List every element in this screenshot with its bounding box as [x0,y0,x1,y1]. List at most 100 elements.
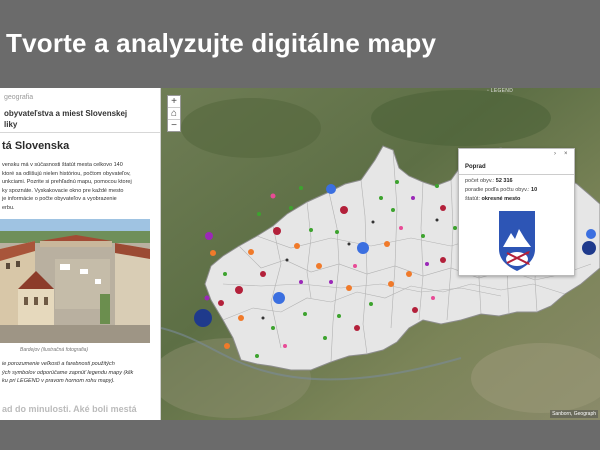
city-marker[interactable] [303,312,307,316]
city-marker[interactable] [210,250,216,256]
paragraph-line: vensku má v súčasnosti štatút mesta celk… [2,162,123,168]
paragraph-line: je informácie o počte obyvateľov a vyobr… [2,196,117,202]
city-marker[interactable] [257,212,261,216]
city-marker[interactable] [337,314,341,318]
city-marker[interactable] [384,241,390,247]
story-title-line-2: liky [4,120,18,129]
city-marker[interactable] [340,206,348,214]
city-marker[interactable] [271,326,275,330]
city-marker[interactable] [223,272,227,276]
city-marker[interactable] [205,232,213,240]
city-marker[interactable] [224,343,230,349]
map-attribution: Sanborn, Geograph [550,410,598,418]
close-icon[interactable]: × [564,151,568,157]
city-marker[interactable] [435,218,439,222]
popup-value: 52 316 [495,178,513,184]
city-marker[interactable] [411,196,415,200]
city-marker[interactable] [299,186,303,190]
city-marker-large[interactable] [326,184,336,194]
city-marker[interactable] [323,336,327,340]
popup-row-population: počet obyv.: 52 316 [465,178,513,184]
city-marker[interactable] [273,227,281,235]
next-section-heading: ad do minulosti. Aké boli mestá [2,404,137,414]
legend-note: ie porozumenie veľkosti a farebnosti pou… [2,360,152,386]
city-marker[interactable] [289,206,293,210]
story-title: obyvateľstva a miest Slovenskej liky [4,108,154,130]
city-popup: › × Poprad počet obyv.: 52 316 poradie p… [458,148,575,276]
coat-of-arms-image [499,211,535,271]
popup-value: 10 [531,187,538,193]
city-marker[interactable] [218,300,224,306]
breadcrumb: geografia [4,94,34,101]
popup-divider [459,174,574,175]
popup-row-status: štatút: okresné mesto [465,196,520,202]
city-marker[interactable] [399,226,403,230]
paragraph-line: unkciami. Pozrite si prehľadnú mapu, pom… [2,179,132,185]
city-marker-large[interactable] [273,292,285,304]
city-marker[interactable] [299,280,303,284]
zoom-out-button[interactable]: − [168,120,180,131]
city-marker[interactable] [261,316,265,320]
town-photo[interactable]: ⤢ [0,219,150,343]
slide-title: Tvorte a analyzujte digitálne mapy [6,28,437,58]
city-marker[interactable] [235,286,243,294]
legend-label: LEGEND [490,88,514,94]
popup-title: Poprad [465,164,486,170]
home-button[interactable]: ⌂ [168,108,180,120]
city-marker[interactable] [248,249,254,255]
city-marker-large[interactable] [357,242,369,254]
city-marker[interactable] [329,280,333,284]
city-marker[interactable] [204,295,210,301]
city-marker[interactable] [238,315,244,321]
city-marker[interactable] [294,243,300,249]
next-icon[interactable]: › [554,151,556,157]
note-line: ku pri LEGEND v pravom hornom rohu mapy)… [2,378,115,384]
story-map-app: geografia obyvateľstva a miest Slovenske… [0,88,600,420]
paragraph-line: ky spoznáte. Vyskakovacie okno pre každé… [2,187,124,194]
city-marker[interactable] [354,325,360,331]
city-marker[interactable] [440,257,446,263]
note-line: ie porozumenie veľkosti a farebnosti pou… [2,361,115,367]
city-marker[interactable] [285,258,289,262]
city-marker[interactable] [388,281,394,287]
note-line: ých symbolov odporúčame zapnúť legendu m… [2,369,134,376]
map-view[interactable]: + ⌂ − ▫ LEGEND Sanborn, Geograph › × Pop… [161,88,600,420]
city-marker[interactable] [395,180,399,184]
city-marker-large[interactable] [586,229,596,239]
popup-label: počet obyv.: [465,178,496,184]
city-marker[interactable] [335,230,339,234]
section-title: tá Slovenska [2,140,70,152]
paragraph-line: erbu. [2,204,15,211]
zoom-in-button[interactable]: + [168,96,180,108]
popup-label: poradie podľa počtu obyv.: [465,187,532,193]
city-marker[interactable] [431,296,435,300]
popup-value: okresné mesto [481,196,521,202]
intro-paragraph: vensku má v súčasnosti štatút mesta celk… [2,161,152,212]
photo-caption: Bardejov (ilustračná fotografia) [20,347,89,353]
city-marker[interactable] [371,220,375,224]
city-marker[interactable] [309,228,313,232]
city-marker-capital[interactable] [582,241,596,255]
city-marker[interactable] [453,226,457,230]
city-marker[interactable] [435,184,439,188]
city-marker[interactable] [346,285,352,291]
city-marker[interactable] [283,344,287,348]
city-marker[interactable] [347,242,351,246]
city-marker[interactable] [379,196,383,200]
city-marker[interactable] [353,264,357,268]
city-marker[interactable] [255,354,259,358]
city-marker[interactable] [260,271,266,277]
city-marker[interactable] [369,302,373,306]
city-marker[interactable] [421,234,425,238]
city-marker[interactable] [406,271,412,277]
city-marker[interactable] [391,208,395,212]
story-title-line-1: obyvateľstva a miest Slovenskej [4,109,128,118]
city-marker[interactable] [412,307,418,313]
city-marker[interactable] [270,193,276,199]
story-sidebar[interactable]: geografia obyvateľstva a miest Slovenske… [0,88,161,420]
city-marker[interactable] [440,205,446,211]
city-marker[interactable] [425,262,429,266]
legend-button[interactable]: ▫ LEGEND [487,88,513,94]
city-marker-capital[interactable] [194,309,212,327]
city-marker[interactable] [316,263,322,269]
